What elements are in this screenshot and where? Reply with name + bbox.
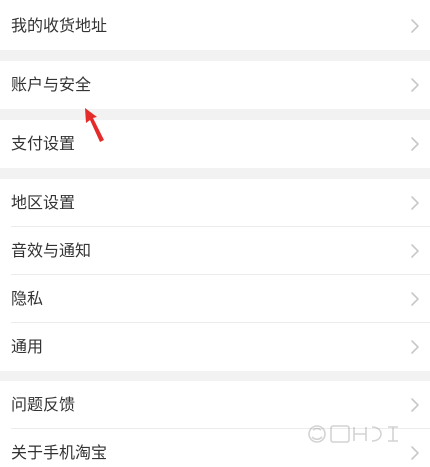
settings-item-label: 问题反馈 <box>11 395 76 414</box>
settings-item-label: 隐私 <box>11 289 44 308</box>
settings-item-general[interactable]: 通用 <box>0 323 430 371</box>
settings-item-label: 支付设置 <box>11 134 76 153</box>
settings-item-privacy[interactable]: 隐私 <box>0 275 430 323</box>
chevron-right-icon <box>410 339 420 355</box>
chevron-right-icon <box>410 77 420 93</box>
chevron-right-icon <box>410 445 420 461</box>
chevron-right-icon <box>410 136 420 152</box>
settings-screen: 我的收货地址 账户与安全 支付设置 地区设置 音效与通知 隐私 通用 问题反馈 … <box>0 0 430 467</box>
chevron-right-icon <box>410 243 420 259</box>
chevron-right-icon <box>410 397 420 413</box>
settings-item-payment-settings[interactable]: 支付设置 <box>0 120 430 168</box>
red-arrow-icon <box>82 106 108 146</box>
settings-item-label: 通用 <box>11 337 44 356</box>
settings-item-account-security[interactable]: 账户与安全 <box>0 61 430 109</box>
settings-group-general: 地区设置 音效与通知 隐私 通用 <box>0 179 430 371</box>
settings-item-region-settings[interactable]: 地区设置 <box>0 179 430 227</box>
settings-group-payment: 支付设置 <box>0 120 430 168</box>
chevron-right-icon <box>410 195 420 211</box>
settings-group-account: 账户与安全 <box>0 61 430 109</box>
settings-item-label: 地区设置 <box>11 193 76 212</box>
chevron-right-icon <box>410 18 420 34</box>
settings-item-sound-notifications[interactable]: 音效与通知 <box>0 227 430 275</box>
settings-group-address: 我的收货地址 <box>0 0 430 50</box>
chevron-right-icon <box>410 291 420 307</box>
settings-item-label: 音效与通知 <box>11 241 92 260</box>
settings-item-label: 账户与安全 <box>11 75 92 94</box>
settings-item-label: 关于手机淘宝 <box>11 443 108 462</box>
baidu-jingyan-watermark-icon <box>306 419 402 449</box>
settings-item-label: 我的收货地址 <box>11 16 108 35</box>
settings-item-shipping-address[interactable]: 我的收货地址 <box>0 2 430 50</box>
